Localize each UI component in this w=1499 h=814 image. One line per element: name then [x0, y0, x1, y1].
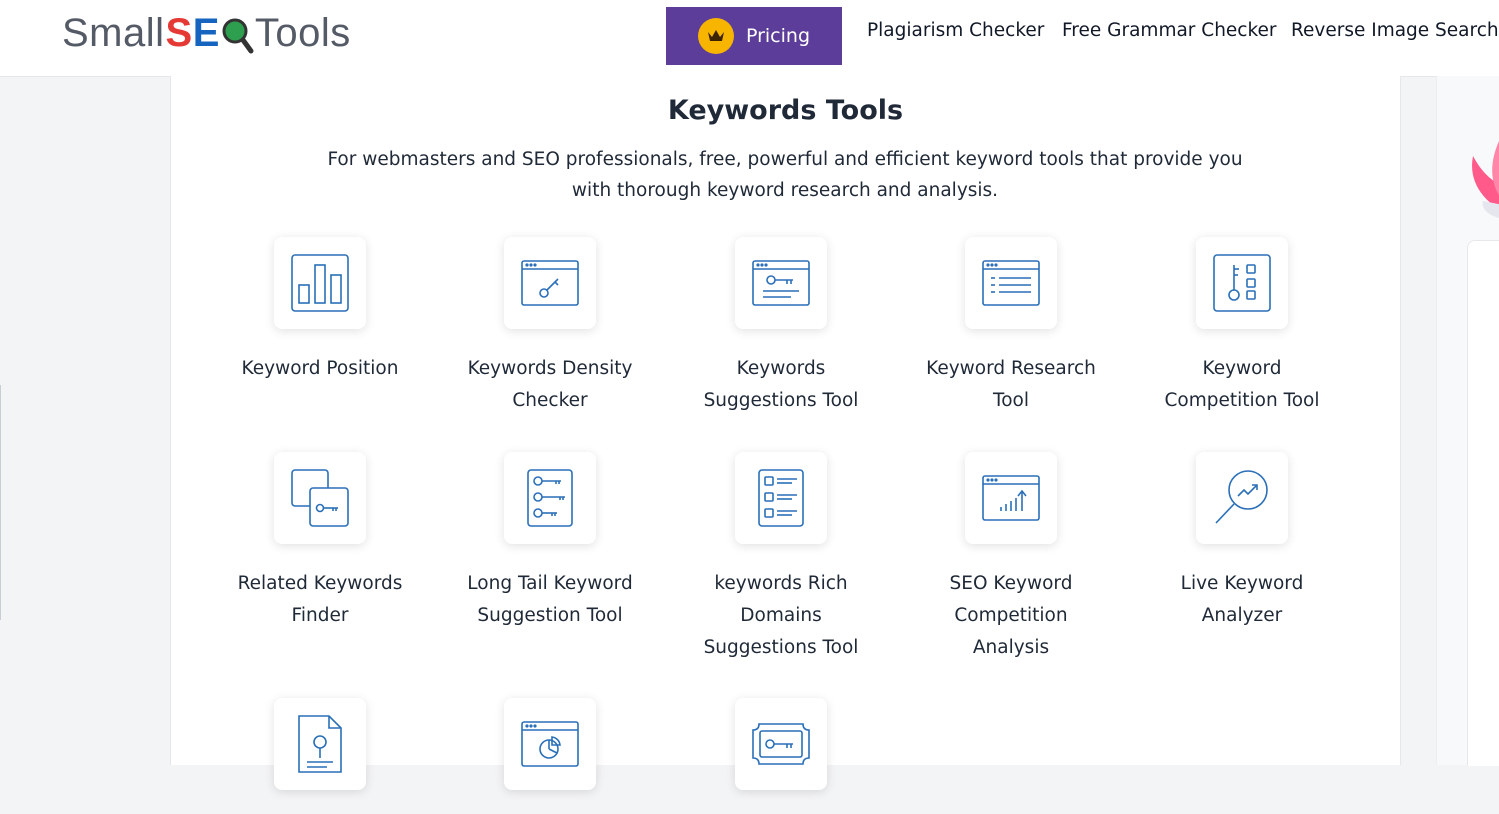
nav-plagiarism-checker[interactable]: Plagiarism Checker	[867, 20, 1044, 41]
tool-icon-box	[274, 698, 366, 790]
document-pin-icon	[298, 715, 342, 773]
browser-key-list-icon	[752, 260, 810, 306]
tool-seo-keyword-competition-analysis[interactable]: SEO Keyword Competition Analysis	[906, 452, 1116, 664]
crown-icon	[697, 18, 734, 54]
right-sidebar-card	[1467, 240, 1499, 766]
tool-icon-box	[1196, 237, 1288, 329]
tool-label: Keyword Competition Tool	[1164, 358, 1320, 411]
nav-free-grammar-checker[interactable]: Free Grammar Checker	[1062, 20, 1277, 41]
tool-label: Keyword Position	[241, 358, 399, 379]
pricing-button[interactable]: Pricing	[666, 7, 842, 65]
logo-suffix: Tools	[254, 10, 351, 55]
logo-seo-e: E	[192, 10, 220, 55]
tool-icon-box	[274, 237, 366, 329]
magnifier-trend-icon	[1215, 470, 1268, 524]
browser-list-icon	[982, 260, 1040, 306]
pricing-label: Pricing	[745, 25, 811, 47]
tool-keywords-rich-domains[interactable]: keywords Rich Domains Suggestions Tool	[676, 452, 886, 664]
tool-label: Keyword Research Tool	[926, 358, 1096, 411]
logo-prefix: Small	[62, 10, 165, 55]
tool-keyword-research[interactable]: Keyword Research Tool	[906, 237, 1116, 417]
overlapping-windows-key-icon	[291, 469, 349, 527]
tool-keyword-row3-3[interactable]	[676, 698, 886, 814]
tool-long-tail-keyword-suggestion[interactable]: Long Tail Keyword Suggestion Tool	[445, 452, 655, 632]
left-edge-divider	[0, 385, 1, 620]
tool-keyword-row3-2[interactable]	[445, 698, 655, 814]
tool-icon-box	[504, 698, 596, 790]
browser-growth-chart-icon	[982, 475, 1040, 521]
tool-keywords-suggestions[interactable]: Keywords Suggestions Tool	[676, 237, 886, 417]
tool-icon-box	[965, 452, 1057, 544]
multi-key-list-icon	[527, 469, 573, 527]
tool-icon-box	[274, 452, 366, 544]
tool-live-keyword-analyzer[interactable]: Live Keyword Analyzer	[1137, 452, 1347, 632]
tool-keyword-position[interactable]: Keyword Position	[215, 237, 425, 385]
plant-decoration-icon	[1472, 141, 1499, 219]
tool-icon-box	[965, 237, 1057, 329]
tool-label: Related Keywords Finder	[237, 573, 403, 626]
tool-keyword-row3-1[interactable]	[215, 698, 425, 814]
tool-icon-box	[1196, 452, 1288, 544]
key-grid-icon	[1213, 254, 1271, 312]
tool-label: Keywords Density Checker	[467, 358, 633, 411]
checklist-icon	[758, 469, 804, 527]
logo-seo-mark: S E	[166, 11, 254, 56]
site-logo[interactable]: Small S E Tools	[62, 8, 351, 58]
browser-key-icon	[521, 260, 579, 306]
tool-keywords-density-checker[interactable]: Keywords Density Checker	[445, 237, 655, 417]
tool-label: SEO Keyword Competition Analysis	[949, 573, 1073, 658]
browser-pie-chart-icon	[521, 721, 579, 767]
tool-icon-box	[735, 452, 827, 544]
tool-label: Live Keyword Analyzer	[1180, 573, 1304, 626]
section-title: Keywords Tools	[667, 95, 904, 126]
tool-related-keywords-finder[interactable]: Related Keywords Finder	[215, 452, 425, 632]
section-description: For webmasters and SEO professionals, fr…	[327, 149, 1243, 201]
tool-icon-box	[504, 237, 596, 329]
keywords-tools-section: Keywords Tools For webmasters and SEO pr…	[170, 76, 1401, 790]
magnifier-logo-icon	[220, 13, 254, 54]
tool-label: Long Tail Keyword Suggestion Tool	[467, 573, 633, 626]
tool-icon-box	[504, 452, 596, 544]
tool-keyword-competition[interactable]: Keyword Competition Tool	[1137, 237, 1347, 417]
logo-seo-s: S	[165, 10, 193, 55]
tool-icon-box	[735, 698, 827, 790]
tool-label: Keywords Suggestions Tool	[703, 358, 859, 411]
tool-icon-box	[735, 237, 827, 329]
site-header: Small S E Tools Pricing Plagiarism Check…	[0, 0, 1499, 77]
key-ticket-icon	[752, 723, 810, 765]
tool-label: keywords Rich Domains Suggestions Tool	[703, 573, 859, 658]
bar-chart-icon	[291, 254, 349, 312]
nav-reverse-image-search[interactable]: Reverse Image Search	[1291, 20, 1499, 41]
